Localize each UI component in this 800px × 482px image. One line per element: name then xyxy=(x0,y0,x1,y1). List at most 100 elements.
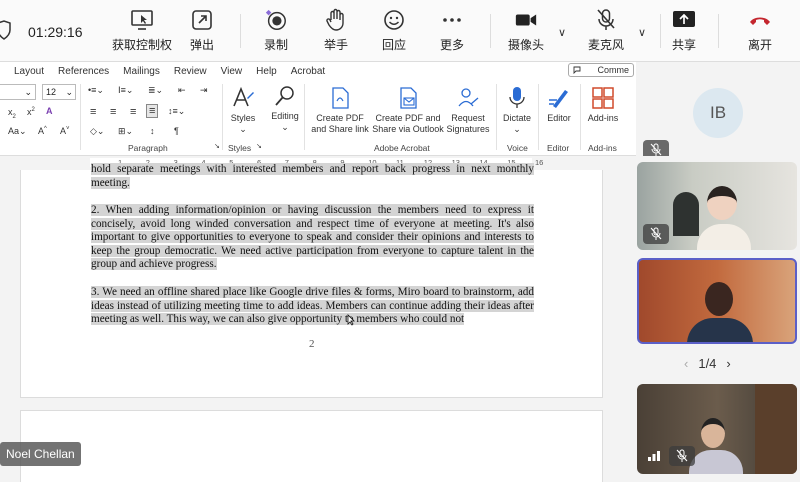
multilevel-list-icon[interactable]: ≣⌄ xyxy=(148,85,163,96)
microphone-options-chevron-icon[interactable]: ∨ xyxy=(638,26,646,39)
bullets-icon[interactable]: •≡⌄ xyxy=(88,85,104,96)
pager-label: 1/4 xyxy=(698,356,717,371)
document-page[interactable]: hold separate meetings with interested m… xyxy=(20,163,603,398)
microphone-button[interactable]: 麦克风 xyxy=(588,8,624,53)
chevron-left-icon[interactable]: ‹ xyxy=(684,356,688,371)
toolbar-divider xyxy=(490,14,491,48)
shading-icon[interactable]: ◇⌄ xyxy=(90,126,104,137)
avatar: IB xyxy=(693,88,743,138)
participant-video-body xyxy=(697,224,751,250)
muted-indicator xyxy=(643,224,669,244)
react-button[interactable]: 回应 xyxy=(382,8,406,53)
leave-button[interactable]: 离开 xyxy=(748,8,772,53)
share-icon xyxy=(673,11,695,27)
toolbar-divider xyxy=(240,14,241,48)
record-button[interactable]: 录制 xyxy=(264,8,288,53)
camera-button[interactable]: 摄像头 xyxy=(508,8,544,53)
participant-tile-woman[interactable] xyxy=(637,162,797,250)
popout-button[interactable]: 弹出 xyxy=(190,8,214,53)
superscript-icon[interactable]: x2 xyxy=(27,107,35,117)
sort-icon[interactable]: ↕ xyxy=(150,126,155,136)
participant-tile-active-speaker[interactable] xyxy=(637,258,797,344)
muted-indicator xyxy=(643,140,669,156)
mic-off-icon xyxy=(650,227,662,240)
create-pdf-share-link-button[interactable]: Create PDF and Share link xyxy=(310,86,370,135)
record-icon xyxy=(265,9,286,30)
group-label-adobe-acrobat: Adobe Acrobat xyxy=(374,143,430,153)
group-label-styles: Styles xyxy=(228,143,252,153)
align-right-icon[interactable]: ≡ xyxy=(130,106,136,118)
chevron-down-icon: ⌄ xyxy=(281,122,289,132)
share-button[interactable]: 共享 xyxy=(672,8,696,53)
decrease-indent-icon[interactable]: ⇤ xyxy=(178,85,186,96)
ribbon-divider xyxy=(538,84,539,150)
subscript-icon[interactable]: x2 xyxy=(8,107,16,120)
mic-off-icon xyxy=(597,9,615,30)
align-left-icon[interactable]: ≡ xyxy=(90,106,96,118)
show-formatting-icon[interactable]: ¶ xyxy=(174,126,179,136)
ribbon-divider xyxy=(580,84,581,150)
popout-icon xyxy=(192,10,212,30)
doc-paragraph-2[interactable]: 2. When adding information/opinion or ha… xyxy=(91,204,534,272)
more-icon xyxy=(443,18,461,22)
doc-paragraph-1[interactable]: hold separate meetings with interested m… xyxy=(91,163,534,190)
participant-tile-man[interactable] xyxy=(637,384,797,474)
borders-icon[interactable]: ⊞⌄ xyxy=(118,126,133,137)
numbering-icon[interactable]: Ⅰ≡⌄ xyxy=(118,85,133,96)
line-spacing-icon[interactable]: ↕≡⌄ xyxy=(168,106,185,117)
shrink-font-icon[interactable]: A˅ xyxy=(60,126,70,136)
menu-acrobat[interactable]: Acrobat xyxy=(291,66,325,77)
justify-icon[interactable]: ≡ xyxy=(146,104,159,118)
raise-hand-button[interactable]: 举手 xyxy=(324,8,348,53)
participant-video-body xyxy=(689,450,743,474)
participant-video-body xyxy=(687,318,753,342)
font-size-select[interactable]: 12 ⌄ xyxy=(42,84,76,100)
screen-control-icon xyxy=(131,10,153,30)
menu-view[interactable]: View xyxy=(221,66,243,77)
chevron-right-icon[interactable]: › xyxy=(726,356,730,371)
editor-button[interactable]: Editor xyxy=(542,86,576,124)
document-page-next[interactable] xyxy=(20,410,603,482)
menu-help[interactable]: Help xyxy=(256,66,277,77)
participant-video-person xyxy=(705,282,733,316)
participant-pager: ‹ 1/4 › xyxy=(684,356,731,371)
styles-button[interactable]: Styles ⌄ xyxy=(228,86,258,135)
change-case-icon[interactable]: Aa⌄ xyxy=(8,126,27,137)
group-label-paragraph: Paragraph xyxy=(128,143,168,153)
request-signatures-button[interactable]: Request Signatures xyxy=(444,86,492,135)
add-ins-grid-icon xyxy=(592,87,614,109)
create-pdf-share-outlook-button[interactable]: Create PDF and Share via Outlook xyxy=(370,86,446,135)
menu-layout[interactable]: Layout xyxy=(14,66,44,77)
participant-tile-ib[interactable]: IB xyxy=(637,70,797,156)
menu-mailings[interactable]: Mailings xyxy=(123,66,160,77)
comments-button[interactable]: Comme xyxy=(567,63,634,77)
ribbon-divider xyxy=(304,84,305,150)
participant-video-person xyxy=(707,186,737,220)
camera-options-chevron-icon[interactable]: ∨ xyxy=(558,26,566,39)
presenter-name-tag: Noel Chellan xyxy=(0,442,81,466)
participants-panel: IB ‹ 1/4 › xyxy=(636,62,800,482)
page-number: 2 xyxy=(309,338,315,350)
grow-font-icon[interactable]: A^ xyxy=(38,126,47,136)
ribbon-divider xyxy=(222,84,223,150)
increase-indent-icon[interactable]: ⇥ xyxy=(200,85,208,96)
menu-references[interactable]: References xyxy=(58,66,109,77)
paragraph-launcher-icon[interactable]: ↘ xyxy=(214,142,220,150)
emoji-icon xyxy=(384,10,404,30)
text-effects-icon[interactable]: A xyxy=(46,106,53,116)
editing-button[interactable]: Editing ⌄ xyxy=(268,84,302,133)
take-control-button[interactable]: 获取控制权 xyxy=(112,8,172,53)
menu-review[interactable]: Review xyxy=(174,66,207,77)
font-name-select[interactable]: ⌄ xyxy=(0,84,36,100)
more-button[interactable]: 更多 xyxy=(440,8,464,53)
doc-paragraph-3[interactable]: 3. We need an offline shared place like … xyxy=(91,286,534,327)
dictate-button[interactable]: Dictate ⌄ xyxy=(500,86,534,135)
chevron-down-icon: ⌄ xyxy=(24,87,32,97)
add-ins-button[interactable]: Add-ins xyxy=(584,86,622,124)
align-center-icon[interactable]: ≡ xyxy=(110,106,116,118)
search-icon xyxy=(275,86,294,106)
group-label-voice: Voice xyxy=(507,143,528,153)
word-menu-bar: Layout References Mailings Review View H… xyxy=(0,62,636,80)
comment-icon xyxy=(573,66,581,75)
styles-launcher-icon[interactable]: ↘ xyxy=(256,142,262,150)
